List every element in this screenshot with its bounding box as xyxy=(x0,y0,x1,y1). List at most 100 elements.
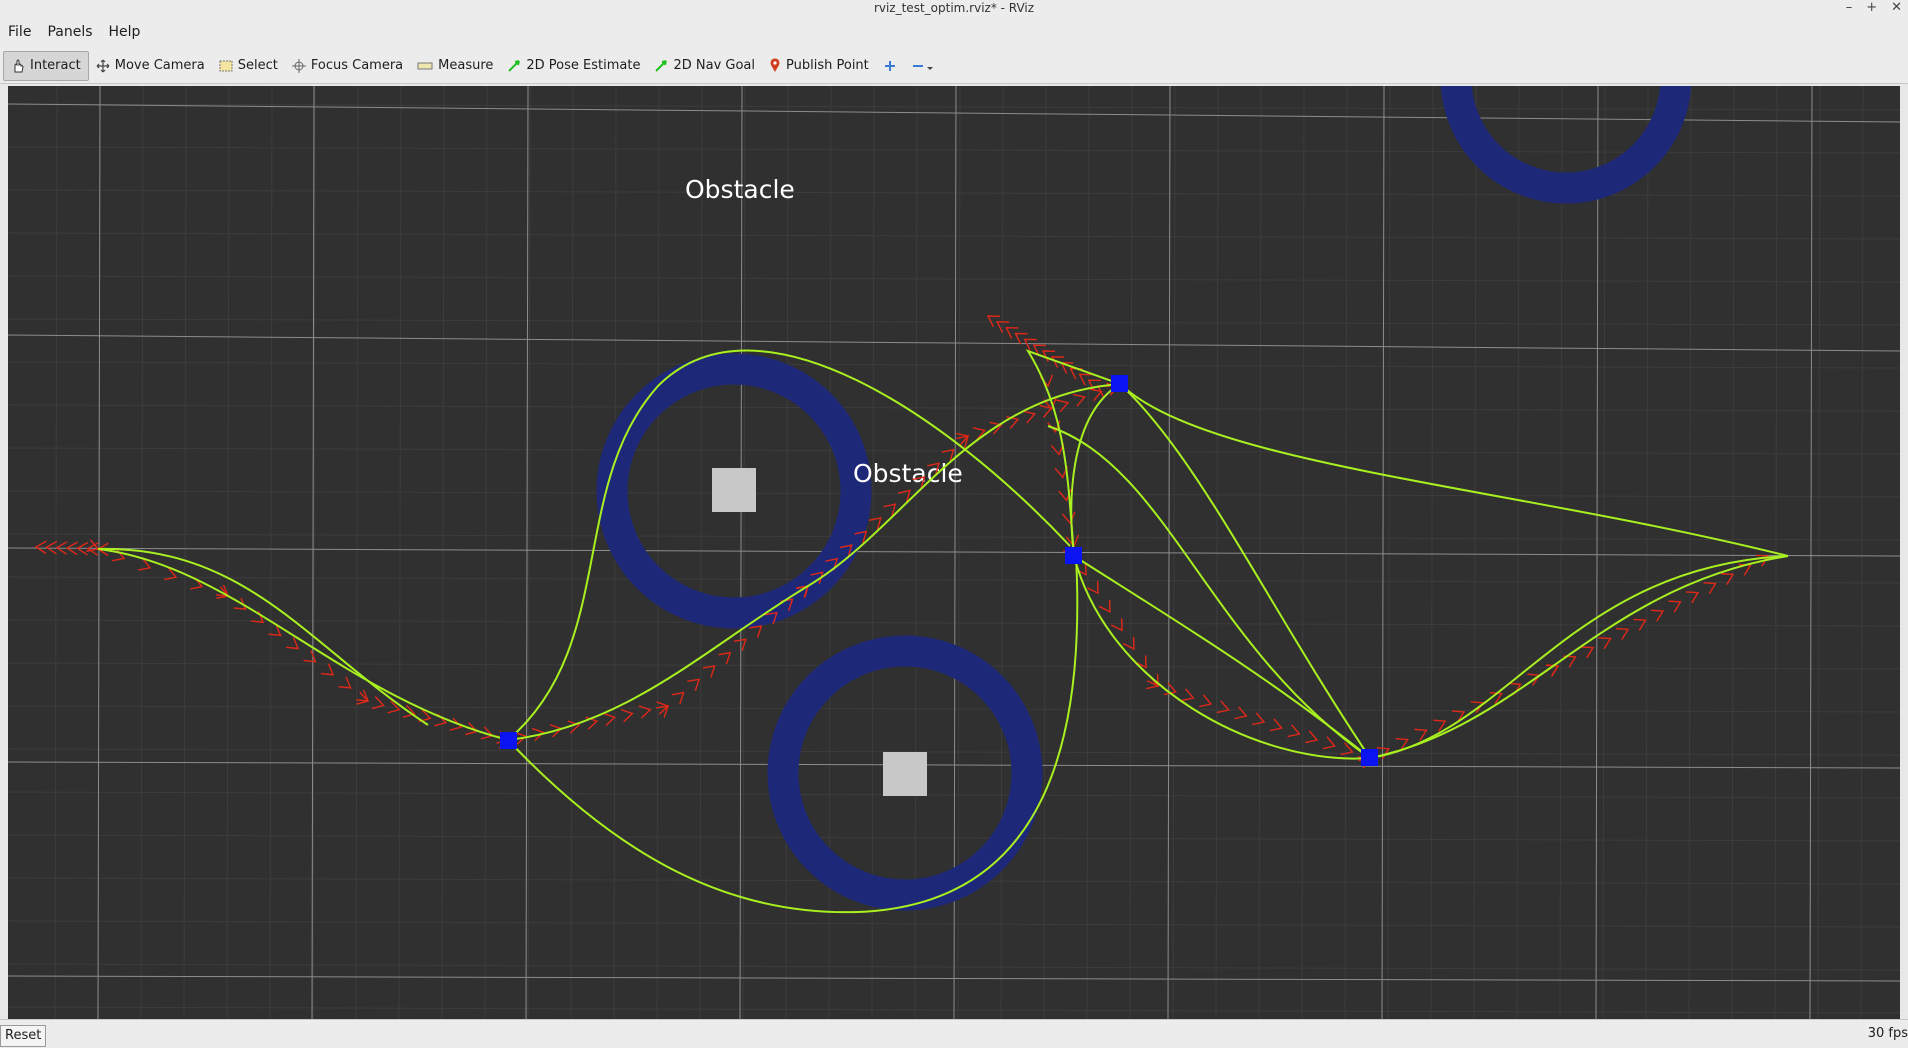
pose-arrow xyxy=(1598,637,1612,650)
waypoint-marker xyxy=(1111,375,1128,392)
obstacle-ring xyxy=(1440,86,1692,204)
obstacle-core xyxy=(712,468,756,512)
pose-arrows xyxy=(34,315,1770,769)
pose-arrow xyxy=(687,678,701,691)
status-bar: Reset 30 fps xyxy=(0,1019,1908,1048)
pose-arrow xyxy=(1134,655,1147,669)
trajectory-path xyxy=(1073,555,1371,759)
pose-arrow xyxy=(603,712,616,727)
trajectory-path xyxy=(1369,555,1789,759)
pose-arrow xyxy=(1305,730,1319,744)
pose-arrow xyxy=(1287,724,1301,738)
pose-arrow xyxy=(868,516,882,530)
pose-arrow xyxy=(1072,393,1086,407)
pose-arrow xyxy=(620,708,634,723)
select-tool-button[interactable]: Select xyxy=(212,51,285,81)
pose-arrow xyxy=(338,676,352,689)
waypoint-marker xyxy=(500,732,517,749)
window-controls: – + ✕ xyxy=(1846,0,1902,16)
pose-arrow xyxy=(320,663,335,676)
pose-arrow xyxy=(1234,706,1248,720)
trajectory-path xyxy=(1025,349,1121,557)
pose-arrow xyxy=(1056,399,1070,413)
pose-arrow xyxy=(1580,646,1595,659)
pose-arrow xyxy=(749,625,763,638)
pose-arrow xyxy=(1269,718,1283,732)
tool-bar: Interact Move Camera Select Focus Camera… xyxy=(0,48,1908,84)
left-panel-edge xyxy=(0,86,8,1019)
minimize-icon[interactable]: – xyxy=(1846,0,1853,16)
hand-icon xyxy=(14,58,24,72)
pose-arrow xyxy=(34,540,47,555)
pose-arrow xyxy=(718,651,732,665)
map-pin-icon xyxy=(770,58,780,72)
maximize-icon[interactable]: + xyxy=(1866,0,1877,16)
focus-camera-tool-button[interactable]: Focus Camera xyxy=(285,51,410,81)
2d-pose-estimate-tool-label: 2D Pose Estimate xyxy=(526,58,641,73)
pose-arrow xyxy=(1414,728,1428,741)
move-camera-tool-button[interactable]: Move Camera xyxy=(89,51,212,81)
pose-arrow xyxy=(1322,736,1336,750)
add-tool-button[interactable] xyxy=(876,51,904,81)
pose-arrow xyxy=(1061,511,1076,525)
obstacle-core xyxy=(883,752,927,796)
menu-file[interactable]: File xyxy=(0,24,39,40)
waypoint-marker xyxy=(1361,749,1378,766)
pose-arrow xyxy=(883,503,897,516)
ruler-icon xyxy=(417,62,433,69)
crosshair-icon xyxy=(291,58,306,73)
close-icon[interactable]: ✕ xyxy=(1891,0,1902,16)
reset-button[interactable]: Reset xyxy=(0,1025,47,1047)
trajectory-paths xyxy=(97,349,1789,914)
pose-arrow xyxy=(1685,591,1700,604)
remove-tool-button[interactable] xyxy=(904,51,942,81)
2d-nav-goal-tool-label: 2D Nav Goal xyxy=(673,58,756,73)
window-title-bar: rviz_test_optim.rviz* - RViz – + ✕ xyxy=(0,0,1908,16)
minus-dropdown-icon xyxy=(912,64,933,70)
pose-arrow xyxy=(1668,600,1682,613)
pose-arrow xyxy=(44,540,58,555)
trajectory-path xyxy=(1119,383,1371,759)
menu-bar: File Panels Help xyxy=(0,16,1908,48)
measure-tool-button[interactable]: Measure xyxy=(410,51,500,81)
pose-arrow xyxy=(702,665,716,678)
obstacle-label: Obstacle xyxy=(853,459,963,488)
fps-readout: 30 fps xyxy=(1867,1026,1908,1041)
trajectory-path xyxy=(1073,555,1371,760)
focus-camera-tool-label: Focus Camera xyxy=(310,58,404,73)
green-arrow-icon xyxy=(655,59,668,72)
pose-arrow xyxy=(1098,599,1111,613)
pose-arrow xyxy=(1181,688,1195,702)
scene-canvas[interactable]: Obstacle Obstacle xyxy=(8,86,1900,1019)
pose-arrow xyxy=(1122,636,1135,650)
interact-tool-button[interactable]: Interact xyxy=(3,50,89,81)
pose-arrow xyxy=(1022,410,1036,424)
pose-arrow xyxy=(356,691,370,705)
move-arrows-icon xyxy=(96,59,110,72)
trajectory-path xyxy=(1369,555,1789,759)
measure-tool-label: Measure xyxy=(438,58,494,73)
select-box-icon xyxy=(219,60,233,71)
waypoint-marker xyxy=(1065,547,1082,564)
menu-help[interactable]: Help xyxy=(101,24,149,40)
move-camera-tool-label: Move Camera xyxy=(114,58,205,73)
pose-arrow xyxy=(1086,581,1099,595)
trajectory-path xyxy=(1070,383,1121,557)
pose-arrow xyxy=(1703,582,1717,595)
window-title: rviz_test_optim.rviz* - RViz xyxy=(873,1,1035,15)
pose-arrow xyxy=(1252,712,1266,726)
2d-nav-goal-tool-button[interactable]: 2D Nav Goal xyxy=(647,51,762,81)
obstacle-rings xyxy=(596,86,1692,911)
2d-pose-estimate-tool-button[interactable]: 2D Pose Estimate xyxy=(500,51,647,81)
pose-arrow xyxy=(1110,618,1123,632)
green-arrow-icon xyxy=(508,59,521,72)
pose-arrow xyxy=(671,691,685,705)
interact-tool-label: Interact xyxy=(30,58,81,73)
publish-point-tool-button[interactable]: Publish Point xyxy=(762,51,876,81)
pose-arrow xyxy=(1199,694,1213,708)
right-panel-edge xyxy=(1900,86,1908,1019)
3d-render-viewport[interactable]: Obstacle Obstacle xyxy=(8,86,1900,1019)
pose-arrow xyxy=(285,637,300,650)
menu-panels[interactable]: Panels xyxy=(39,24,100,40)
plus-icon xyxy=(884,60,895,71)
